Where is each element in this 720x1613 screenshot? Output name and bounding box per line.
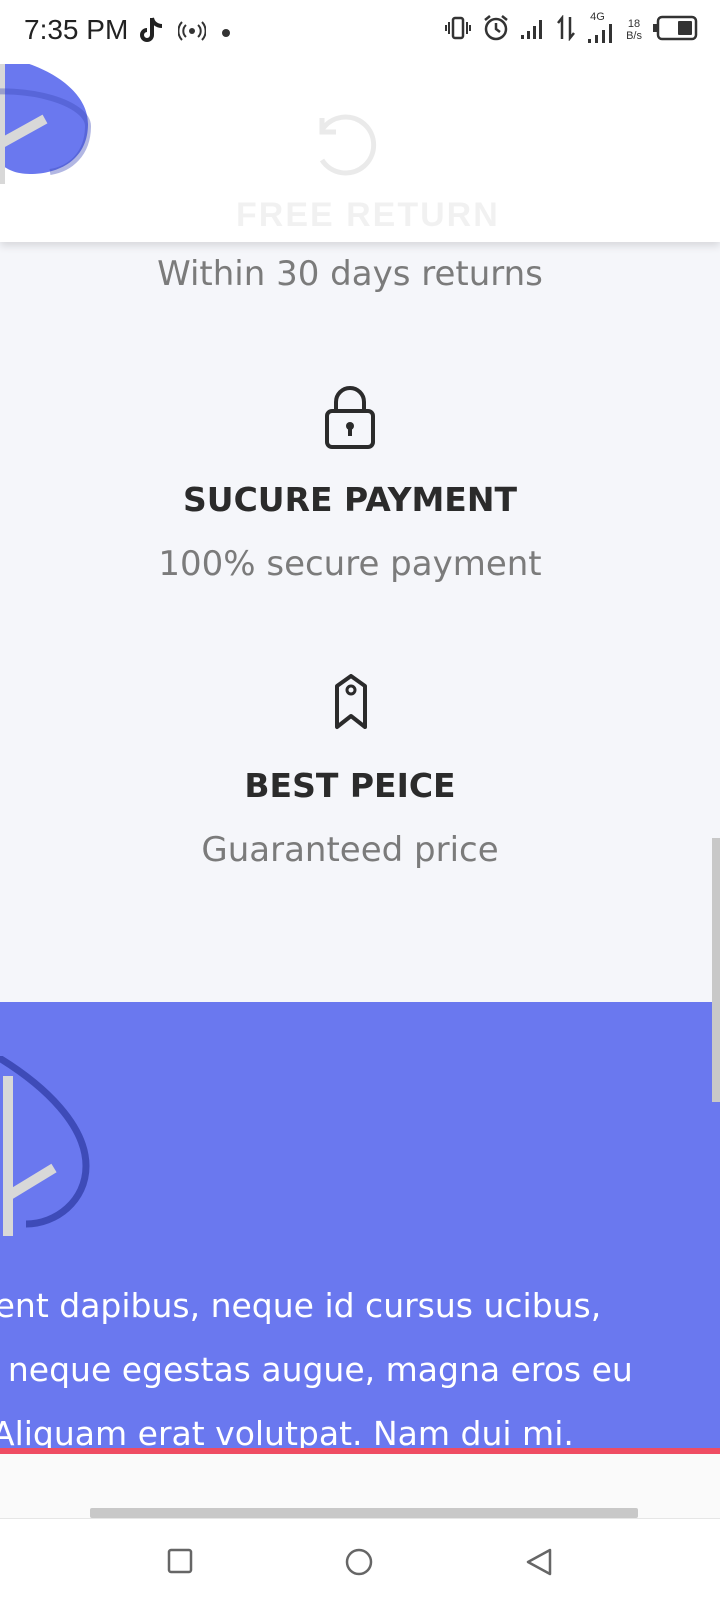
signal-icon xyxy=(520,16,546,44)
feature-subtitle-payment: 100% secure payment xyxy=(158,544,542,584)
speed-value: 18 xyxy=(627,18,641,30)
home-button[interactable] xyxy=(344,1547,374,1581)
status-right-icons: 4G 18 B/s xyxy=(444,11,698,46)
leaf-logo-icon[interactable] xyxy=(0,1054,96,1246)
footer-text: Praesent dapibus, neque id cursus ucibus… xyxy=(0,1274,720,1448)
speed-unit: B/s xyxy=(626,30,642,42)
status-left-icons xyxy=(138,16,232,50)
system-nav-bar xyxy=(0,1518,720,1613)
vibrate-icon xyxy=(444,15,472,45)
recents-button[interactable] xyxy=(166,1547,194,1579)
dot-icon xyxy=(220,24,232,43)
leaf-logo-icon[interactable] xyxy=(0,64,100,188)
status-bar: 7:35 PM 4G 18 B/s xyxy=(0,0,720,64)
lock-icon xyxy=(324,384,376,454)
battery-icon xyxy=(652,15,698,45)
network-speed: 18 B/s xyxy=(626,18,642,42)
feature-subtitle-return: Within 30 days returns xyxy=(157,254,543,294)
feature-title-price: BEST PEICE xyxy=(244,766,456,805)
site-header: FREE RETURN xyxy=(0,64,720,242)
signal-4g-icon: 4G xyxy=(586,11,616,45)
accent-divider xyxy=(0,1448,720,1454)
status-time: 7:35 PM xyxy=(24,14,129,45)
footer-line: tortor neque egestas augue, magna eros e… xyxy=(0,1350,633,1389)
footer-line: Praesent dapibus, neque id cursus ucibus… xyxy=(0,1286,602,1325)
footer-line: erat. Aliquam erat volutpat. Nam dui mi. xyxy=(0,1414,574,1448)
feature-subtitle-price: Guaranteed price xyxy=(201,830,499,870)
features-section: Within 30 days returns SUCURE PAYMENT 10… xyxy=(0,242,720,1002)
back-button[interactable] xyxy=(524,1547,554,1581)
footer-section: Praesent dapibus, neque id cursus ucibus… xyxy=(0,1002,720,1448)
alarm-icon xyxy=(482,14,510,46)
feature-title-return: FREE RETURN xyxy=(236,196,500,234)
data-arrows-icon xyxy=(556,14,576,45)
return-icon xyxy=(312,100,382,194)
horizontal-scrollbar[interactable] xyxy=(90,1508,638,1518)
tiktok-icon xyxy=(138,16,164,50)
feature-title-payment: SUCURE PAYMENT xyxy=(183,480,517,519)
hotspot-icon xyxy=(177,21,207,45)
vertical-scrollbar[interactable] xyxy=(712,838,720,1102)
price-tag-icon xyxy=(334,674,368,734)
